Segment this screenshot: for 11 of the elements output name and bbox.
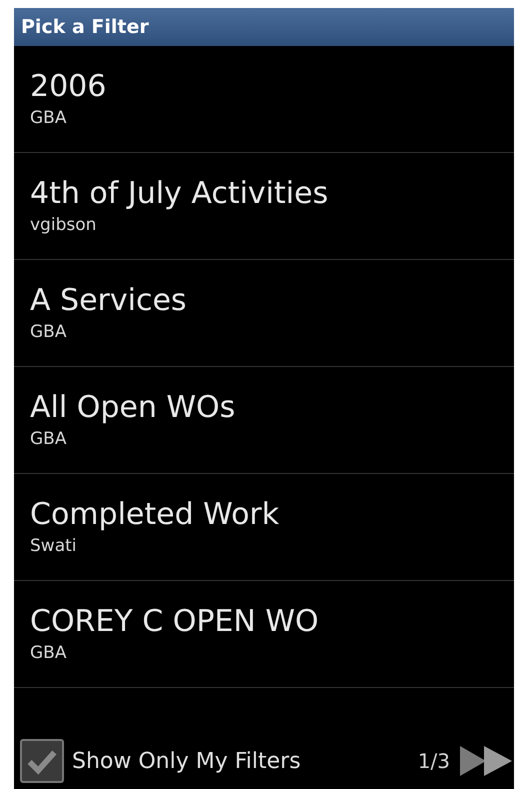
filter-item[interactable]: A Services GBA: [14, 260, 514, 367]
filter-item[interactable]: Completed Work Swati: [14, 474, 514, 581]
filter-item[interactable]: COREY C OPEN WO GBA: [14, 581, 514, 688]
filter-item[interactable]: All Open WOs GBA: [14, 367, 514, 474]
window-title: Pick a Filter: [14, 8, 514, 46]
checkbox[interactable]: [20, 739, 64, 783]
page-counter: 1/3: [418, 749, 450, 773]
next-page-icon[interactable]: [458, 744, 514, 778]
filter-item[interactable]: 4th of July Activities vgibson: [14, 153, 514, 260]
filter-item[interactable]: 2006 GBA: [14, 46, 514, 153]
checkbox-label[interactable]: Show Only My Filters: [72, 748, 301, 774]
